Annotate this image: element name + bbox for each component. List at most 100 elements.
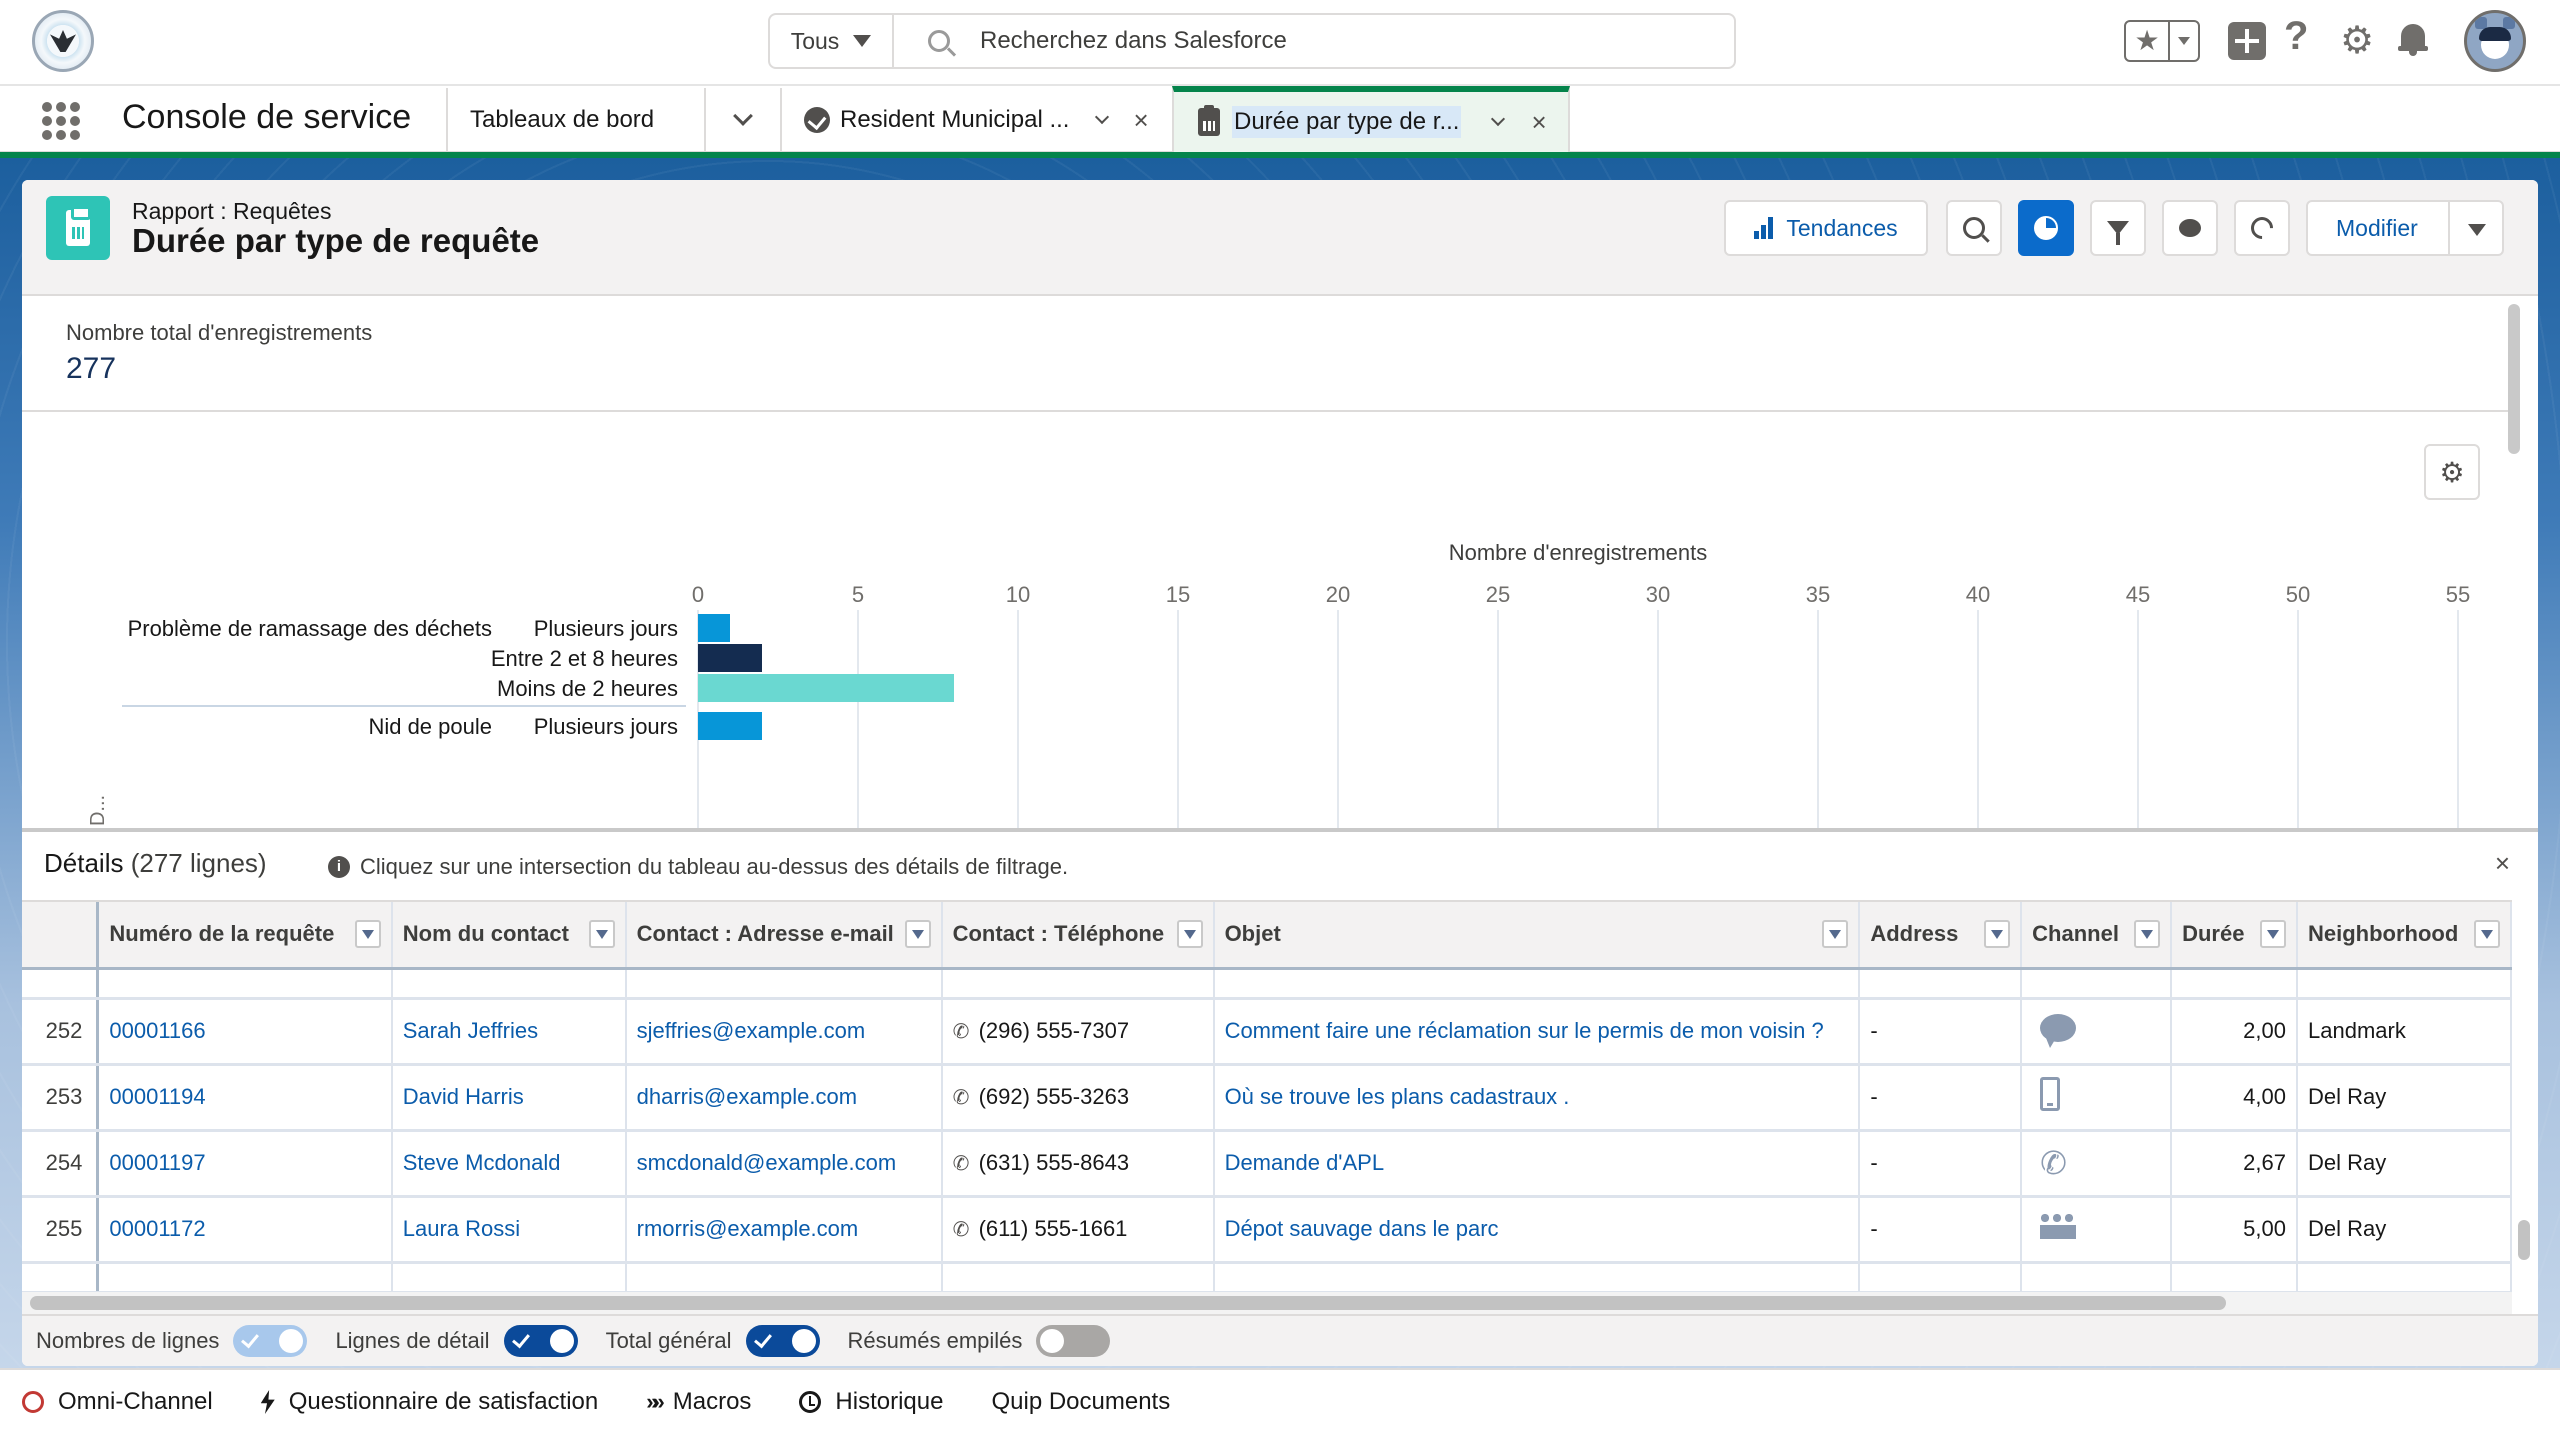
- add-plus-icon[interactable]: [2228, 22, 2266, 60]
- close-tab-icon[interactable]: ×: [1133, 105, 1148, 136]
- notifications-bell-icon[interactable]: [2398, 22, 2428, 56]
- toggle-switch[interactable]: [233, 1325, 308, 1357]
- app-launcher-icon[interactable]: [42, 102, 80, 140]
- subject-link[interactable]: Où se trouve les plans cadastraux .: [1225, 1084, 1570, 1109]
- chart-settings-gear-icon[interactable]: ⚙: [2424, 444, 2480, 500]
- neighborhood-cell: Del Ray: [2297, 1130, 2512, 1198]
- utility-history[interactable]: Historique: [799, 1388, 943, 1416]
- utility-satisfaction-survey[interactable]: Questionnaire de satisfaction: [260, 1388, 598, 1416]
- edit-button[interactable]: Modifier: [2336, 215, 2418, 242]
- email-link[interactable]: dharris@example.com: [637, 1084, 857, 1109]
- utility-macros[interactable]: »» Macros: [646, 1388, 751, 1416]
- help-icon[interactable]: ?: [2284, 14, 2308, 59]
- column-menu-button[interactable]: [588, 920, 615, 949]
- setup-gear-icon[interactable]: ⚙: [2340, 18, 2374, 63]
- email-link[interactable]: sjeffries@example.com: [637, 1018, 866, 1043]
- toggle-chart-button[interactable]: [2018, 200, 2074, 256]
- phone-number[interactable]: (296) 555-7307: [979, 1018, 1129, 1043]
- category-label: Problème de ramassage des déchets: [128, 616, 492, 641]
- org-logo[interactable]: [32, 10, 94, 72]
- details-row-count: (277 lignes): [130, 848, 267, 878]
- contact-name-link[interactable]: Sarah Jeffries: [403, 1018, 538, 1043]
- case-number-link[interactable]: 00001197: [109, 1150, 205, 1175]
- column-label: Channel: [2032, 921, 2119, 947]
- column-menu-button[interactable]: [1822, 920, 1849, 949]
- utility-label: Historique: [835, 1388, 944, 1415]
- contact-name-link[interactable]: Steve Mcdonald: [403, 1150, 561, 1175]
- phone-number[interactable]: (692) 555-3263: [979, 1084, 1129, 1109]
- column-header-case-number[interactable]: Numéro de la requête: [97, 902, 393, 970]
- row-number-header: [22, 902, 100, 970]
- bucket-label: Entre 2 et 8 heures: [491, 646, 678, 671]
- column-header-neighborhood[interactable]: Neighborhood: [2297, 902, 2512, 970]
- contact-name-link[interactable]: Laura Rossi: [403, 1216, 520, 1241]
- toggle-switch[interactable]: [503, 1325, 578, 1357]
- column-header-contact-name[interactable]: Nom du contact: [391, 902, 627, 970]
- column-header-duration[interactable]: Durée: [2171, 902, 2298, 970]
- favorites-dropdown[interactable]: [2170, 22, 2198, 60]
- trends-button[interactable]: Tendances: [1724, 200, 1928, 256]
- horizontal-scroll-thumb[interactable]: [30, 1296, 2226, 1310]
- utility-label: Quip Documents: [991, 1388, 1171, 1415]
- search-scope-label: Tous: [790, 27, 840, 54]
- close-tab-icon[interactable]: ×: [1531, 107, 1546, 138]
- user-avatar[interactable]: [2464, 10, 2526, 72]
- nav-menu-dropdown[interactable]: [704, 88, 780, 152]
- phone-number[interactable]: (611) 555-1661: [979, 1216, 1128, 1241]
- toggle-switch[interactable]: [1036, 1325, 1111, 1357]
- bar-chart[interactable]: Nombre d'enregistrements 0 5 10 15 20 25 30 35 40…: [22, 412, 2508, 828]
- nav-item-dashboards[interactable]: Tableaux de bord: [446, 88, 704, 152]
- tab-duree-par-type[interactable]: Durée par type de r... ×: [1172, 86, 1570, 152]
- bucket-label: Moins de 2 heures: [497, 676, 678, 701]
- pie-chart-icon: [2034, 216, 2058, 240]
- search-report-button[interactable]: [1946, 200, 2002, 256]
- case-number-link[interactable]: 00001194: [109, 1084, 205, 1109]
- favorites-star-icon[interactable]: ★: [2126, 22, 2170, 60]
- utility-quip-documents[interactable]: Quip Documents: [991, 1388, 1170, 1416]
- utility-omni-channel[interactable]: Omni-Channel: [22, 1388, 213, 1416]
- chevron-down-icon[interactable]: [1491, 111, 1506, 127]
- email-link[interactable]: rmorris@example.com: [637, 1216, 859, 1241]
- column-header-phone[interactable]: Contact : Téléphone: [941, 902, 1215, 970]
- phone-number[interactable]: (631) 555-8643: [979, 1150, 1129, 1175]
- column-header-channel[interactable]: Channel: [2021, 902, 2173, 970]
- filter-button[interactable]: [2090, 200, 2146, 256]
- column-menu-button[interactable]: [2260, 920, 2286, 949]
- global-search: Tous: [768, 13, 1736, 69]
- close-details-icon[interactable]: ×: [2495, 848, 2510, 879]
- table-vertical-scroll-thumb[interactable]: [2518, 1220, 2530, 1260]
- column-menu-button[interactable]: [1984, 920, 2011, 949]
- more-actions-dropdown[interactable]: [2468, 224, 2486, 236]
- bar-plusieurs-jours[interactable]: [698, 614, 730, 642]
- column-header-address[interactable]: Address: [1859, 902, 2023, 970]
- search-scope-dropdown[interactable]: Tous: [770, 15, 894, 67]
- comments-button[interactable]: [2162, 200, 2218, 256]
- toggle-switch[interactable]: [745, 1325, 820, 1357]
- subject-link[interactable]: Demande d'APL: [1225, 1150, 1385, 1175]
- row-number: 255: [22, 1196, 100, 1264]
- column-menu-button[interactable]: [354, 920, 381, 949]
- column-menu-button[interactable]: [1176, 920, 1203, 949]
- refresh-button[interactable]: [2234, 200, 2290, 256]
- column-menu-button[interactable]: [2474, 920, 2500, 949]
- case-number-link[interactable]: 00001172: [109, 1216, 205, 1241]
- column-menu-button[interactable]: [904, 920, 931, 949]
- column-header-subject[interactable]: Objet: [1213, 902, 1861, 970]
- case-number-link[interactable]: 00001166: [109, 1018, 205, 1043]
- row-number: 252: [22, 998, 100, 1066]
- column-menu-button[interactable]: [2134, 920, 2161, 949]
- email-link[interactable]: smcdonald@example.com: [637, 1150, 897, 1175]
- favorites-button[interactable]: ★: [2124, 20, 2200, 62]
- horizontal-scrollbar[interactable]: [22, 1292, 2512, 1314]
- bar-entre-2-et-8-heures[interactable]: [698, 644, 762, 672]
- contact-name-link[interactable]: David Harris: [403, 1084, 524, 1109]
- column-header-email[interactable]: Contact : Adresse e-mail: [625, 902, 943, 970]
- bar-plusieurs-jours[interactable]: [698, 712, 762, 740]
- subject-link[interactable]: Comment faire une réclamation sur le per…: [1225, 1018, 1824, 1043]
- tab-resident-municipal[interactable]: Resident Municipal ... ×: [780, 88, 1172, 152]
- chevron-down-icon[interactable]: [1095, 109, 1110, 125]
- bar-moins-de-2-heures[interactable]: [698, 674, 954, 702]
- subject-link[interactable]: Dépot sauvage dans le parc: [1225, 1216, 1499, 1241]
- search-input[interactable]: [980, 27, 1680, 55]
- report-vertical-scrollbar[interactable]: [2508, 304, 2520, 454]
